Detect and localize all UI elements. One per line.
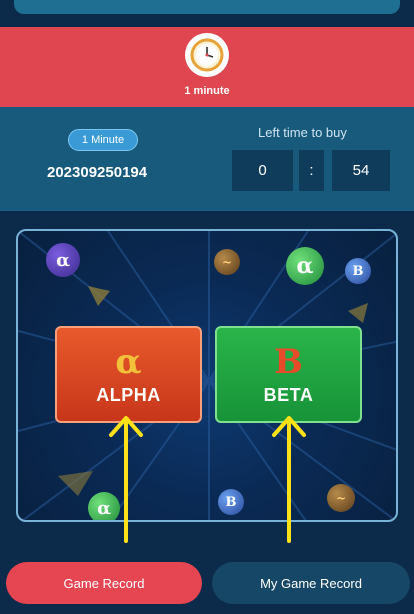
timer-label: Left time to buy <box>258 125 347 140</box>
my-game-record-button[interactable]: My Game Record <box>212 562 410 604</box>
beta-label: BETA <box>263 385 314 405</box>
alpha-option-button[interactable]: α ALPHA <box>55 326 202 423</box>
period-banner: 1 minute <box>0 27 414 107</box>
beta-ball-icon-bottom: B <box>218 489 244 515</box>
game-area: α ~ α B α B ~ α ALPHA B BETA <box>16 229 398 522</box>
chart-ball-icon: ~ <box>214 249 240 275</box>
period-badge: 1 Minute <box>68 129 138 151</box>
period-number: 202309250194 <box>47 164 148 181</box>
alpha-symbol-icon: α <box>115 342 142 382</box>
clock-icon <box>185 33 229 77</box>
beta-ball-icon: B <box>345 258 371 284</box>
chart-ball-icon-bottom: ~ <box>327 484 355 512</box>
round-info-panel: 1 Minute 202309250194 Left time to buy 0… <box>0 107 414 211</box>
timer-seconds: 54 <box>332 150 390 191</box>
beta-option-button[interactable]: B BETA <box>215 326 362 423</box>
beta-symbol-icon: B <box>274 342 303 382</box>
alpha-ball-icon: α <box>46 243 80 277</box>
alpha-green-ball-icon-bottom: α <box>88 492 120 520</box>
game-record-button[interactable]: Game Record <box>6 562 202 604</box>
top-strip <box>14 0 400 14</box>
timer-minutes: 0 <box>232 150 293 191</box>
period-label: 1 minute <box>184 85 230 97</box>
alpha-label: ALPHA <box>96 385 161 405</box>
alpha-green-ball-icon: α <box>286 247 324 285</box>
timer-separator: : <box>299 150 324 191</box>
